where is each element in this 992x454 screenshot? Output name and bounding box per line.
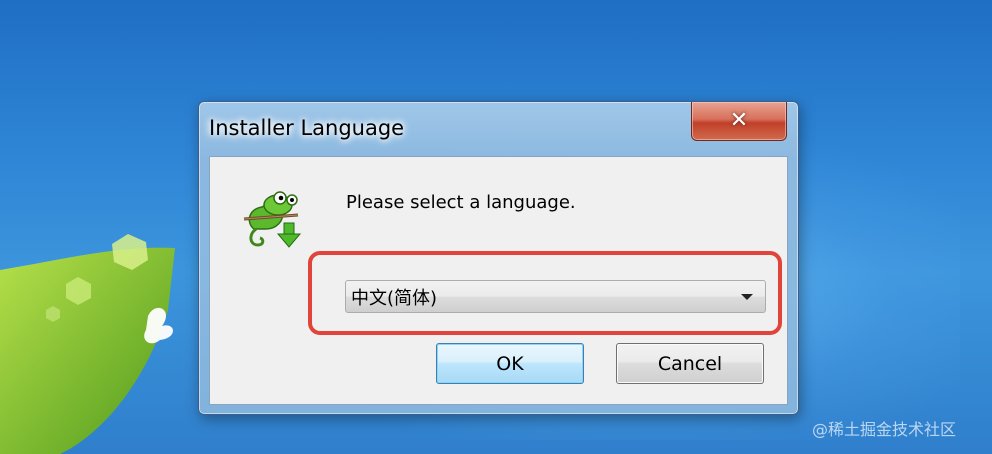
cancel-button[interactable]: Cancel — [616, 343, 764, 384]
close-icon: ✕ — [729, 108, 749, 133]
ok-button[interactable]: OK — [436, 343, 584, 384]
desktop-wallpaper-green-shape — [0, 234, 175, 454]
language-select-value: 中文(简体) — [351, 287, 438, 309]
window-title: Installer Language — [209, 116, 405, 140]
close-button[interactable]: ✕ — [691, 102, 787, 141]
dialog-body: Please select a language. 中文(简体) OK Canc… — [209, 156, 788, 405]
installer-language-window: Installer Language ✕ Please select a lan… — [198, 101, 799, 415]
language-select[interactable]: 中文(简体) — [345, 280, 766, 313]
watermark-text: @稀土掘金技术社区 — [812, 420, 957, 439]
prompt-label: Please select a language. — [346, 192, 576, 213]
chevron-down-icon[interactable] — [741, 294, 753, 300]
chameleon-installer-icon — [243, 191, 302, 248]
